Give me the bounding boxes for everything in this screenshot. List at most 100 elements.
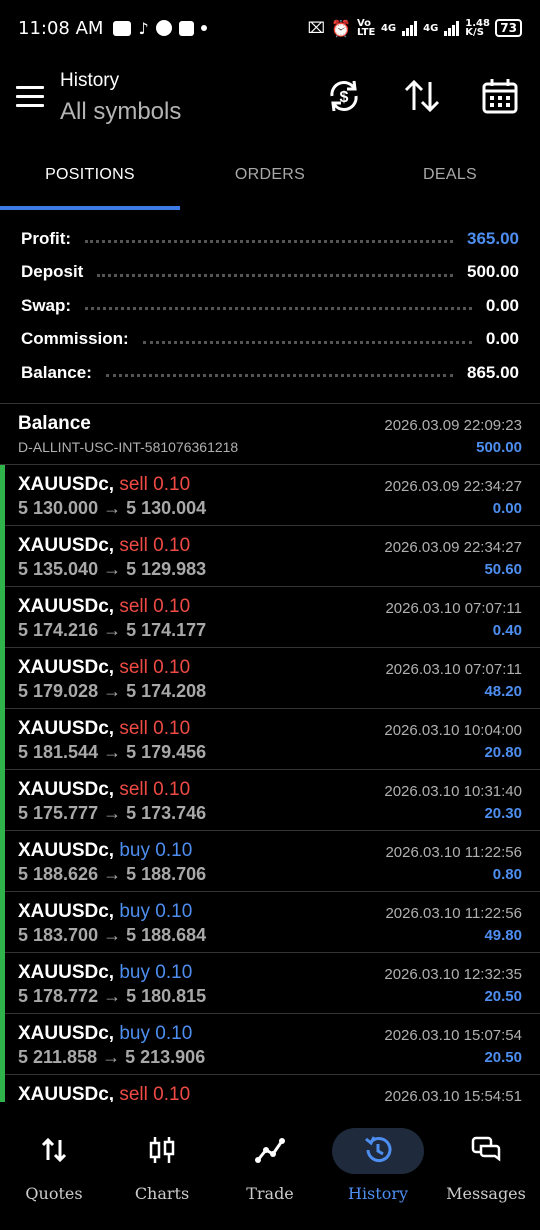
deal-lot: 0.10 bbox=[153, 657, 191, 678]
deal-symbol: XAUUSDc, bbox=[18, 1084, 115, 1102]
charts-icon bbox=[149, 1137, 175, 1163]
currency-exchange-icon[interactable]: $ bbox=[324, 76, 364, 116]
deal-price-arrow: → bbox=[103, 498, 122, 518]
deal-price-arrow: → bbox=[103, 925, 122, 945]
position-indicator-bar bbox=[0, 526, 5, 587]
deal-profit: 48.20 bbox=[484, 683, 522, 700]
position-indicator-bar bbox=[0, 1014, 5, 1075]
summary-panel: Profit: 365.00 Deposit 500.00 Swap: 0.00… bbox=[0, 222, 540, 390]
menu-icon[interactable] bbox=[16, 86, 44, 108]
deal-date: 2026.03.10 10:31:40 bbox=[384, 783, 522, 800]
summary-row-profit: Profit: 365.00 bbox=[0, 222, 540, 256]
deal-row[interactable]: XAUUSDc, buy 0.10 5 188.626 → 5 188.706 20… bbox=[0, 831, 540, 892]
position-indicator-bar bbox=[0, 953, 5, 1014]
deal-symbol-line: XAUUSDc, sell 0.10 bbox=[18, 474, 190, 496]
deal-date: 2026.03.10 07:07:11 bbox=[385, 600, 522, 617]
deal-profit: 0.80 bbox=[492, 866, 522, 883]
calendar-icon[interactable] bbox=[480, 76, 520, 116]
deal-date: 2026.03.10 11:22:56 bbox=[385, 844, 522, 861]
deal-price-open: 5 175.777 bbox=[18, 803, 99, 823]
deal-side: sell bbox=[119, 474, 148, 495]
deal-row[interactable]: XAUUSDc, sell 0.10 5 130.000 → 5 130.004 2… bbox=[0, 465, 540, 526]
exness-icon bbox=[155, 20, 172, 36]
deal-row[interactable]: XAUUSDc, buy 0.10 5 178.772 → 5 180.815 20… bbox=[0, 953, 540, 1014]
deal-side: buy bbox=[119, 1023, 150, 1044]
status-bar: 11:08 AM ♪ ⌧ ⏰ Vo LTE 4G 4G 1.48 K/S 73 bbox=[0, 0, 540, 56]
deal-date: 2026.03.10 07:07:11 bbox=[385, 661, 522, 678]
deal-price-arrow: → bbox=[103, 864, 122, 884]
nav-history[interactable]: History bbox=[324, 1110, 432, 1230]
deal-row[interactable]: XAUUSDc, sell 0.10 5 179.028 → 5 174.208 2… bbox=[0, 648, 540, 709]
summary-value: 500.00 bbox=[467, 262, 519, 282]
deal-side: buy bbox=[119, 840, 150, 861]
deal-symbol: XAUUSDc, bbox=[18, 840, 115, 861]
deal-price-arrow: → bbox=[103, 681, 122, 701]
volte-label: Vo LTE bbox=[356, 18, 376, 38]
deal-row[interactable]: XAUUSDc, sell 0.10 5 135.040 → 5 129.983 2… bbox=[0, 526, 540, 587]
network-4g-label-2: 4G bbox=[423, 22, 439, 34]
tab-positions[interactable]: POSITIONS bbox=[0, 146, 180, 210]
alarm-icon: ⏰ bbox=[331, 18, 351, 38]
summary-value: 0.00 bbox=[485, 329, 519, 349]
history-icon bbox=[365, 1136, 392, 1163]
deal-price-close: 5 173.746 bbox=[126, 803, 207, 823]
deal-list[interactable]: Balance D-ALLINT-USC-INT-581076361218 20… bbox=[0, 404, 540, 1102]
sort-icon[interactable] bbox=[402, 76, 442, 116]
nav-quotes[interactable]: Quotes bbox=[0, 1110, 108, 1230]
symbol-filter[interactable]: All symbols bbox=[60, 98, 181, 126]
deal-side: buy bbox=[119, 901, 150, 922]
deal-profit: 20.80 bbox=[484, 744, 522, 761]
nav-charts[interactable]: Charts bbox=[108, 1110, 216, 1230]
deal-symbol: XAUUSDc, bbox=[18, 901, 115, 922]
deal-lot: 0.10 bbox=[153, 596, 191, 617]
deal-row[interactable]: XAUUSDc, sell 0.10 5 181.544 → 5 179.456 2… bbox=[0, 709, 540, 770]
account-id: D-ALLINT-USC-INT-581076361218 bbox=[18, 439, 239, 455]
nav-messages[interactable]: Messages bbox=[432, 1110, 540, 1230]
signal-2-icon bbox=[444, 20, 460, 36]
balance-title: Balance bbox=[18, 413, 91, 434]
deal-lot: 0.10 bbox=[155, 901, 193, 922]
summary-value: 865.00 bbox=[467, 362, 519, 382]
deal-price-arrow: → bbox=[103, 742, 122, 762]
nav-trade[interactable]: Trade bbox=[216, 1110, 324, 1230]
nav-label: Quotes bbox=[25, 1184, 83, 1203]
deal-side: sell bbox=[119, 718, 148, 739]
deal-symbol-line: XAUUSDc, buy 0.10 bbox=[18, 901, 192, 923]
system-icons: ⌧ ⏰ Vo LTE 4G 4G 1.48 K/S 73 bbox=[308, 19, 522, 38]
position-indicator-bar bbox=[0, 831, 5, 892]
deal-row[interactable]: XAUUSDc, sell 0.10 5 174.216 → 5 174.177 2… bbox=[0, 587, 540, 648]
deal-price-arrow: → bbox=[103, 986, 122, 1006]
deal-prices: 5 178.772 → 5 180.815 bbox=[18, 986, 206, 1007]
network-4g-label: 4G bbox=[380, 22, 397, 34]
deal-date: 2026.03.10 11:22:56 bbox=[385, 905, 522, 922]
deal-price-close: 5 213.906 bbox=[125, 1047, 206, 1067]
notification-square-icon bbox=[178, 20, 194, 36]
deal-price-close: 5 174.177 bbox=[126, 620, 207, 640]
battery-indicator: 73 bbox=[495, 19, 522, 37]
deal-price-close: 5 188.684 bbox=[126, 925, 207, 945]
deal-profit: 20.30 bbox=[484, 805, 522, 822]
deal-row[interactable]: XAUUSDc, buy 0.10 5 183.700 → 5 188.684 20… bbox=[0, 892, 540, 953]
deal-symbol-line: XAUUSDc, buy 0.10 bbox=[18, 1023, 192, 1045]
summary-row-balance: Balance: 865.00 bbox=[0, 356, 540, 390]
deal-row[interactable]: XAUUSDc, sell 0.10 5 175.777 → 5 173.746 2… bbox=[0, 770, 540, 831]
deal-symbol: XAUUSDc, bbox=[18, 1023, 115, 1044]
deal-row[interactable]: XAUUSDc, sell 0.10 2026.03.10 15:54:51 bbox=[0, 1075, 540, 1102]
status-time: 11:08 AM bbox=[18, 17, 104, 39]
deal-symbol: XAUUSDc, bbox=[18, 962, 115, 983]
deal-price-close: 5 180.815 bbox=[126, 986, 207, 1006]
tab-orders[interactable]: ORDERS bbox=[180, 146, 360, 210]
deal-row[interactable]: XAUUSDc, buy 0.10 5 211.858 → 5 213.906 20… bbox=[0, 1014, 540, 1075]
deal-prices: 5 179.028 → 5 174.208 bbox=[18, 681, 206, 702]
deal-profit: 0.40 bbox=[492, 622, 522, 639]
tab-deals[interactable]: DEALS bbox=[360, 146, 540, 210]
deal-price-close: 5 174.208 bbox=[126, 681, 207, 701]
deal-date: 2026.03.10 15:07:54 bbox=[384, 1027, 522, 1044]
dotted-leader bbox=[85, 307, 472, 311]
deal-profit: 500.00 bbox=[476, 439, 522, 456]
signal-1-icon bbox=[402, 20, 418, 36]
position-indicator-bar bbox=[0, 587, 5, 648]
summary-label: Commission: bbox=[21, 329, 129, 349]
balance-row[interactable]: Balance D-ALLINT-USC-INT-581076361218 20… bbox=[0, 404, 540, 465]
tab-bar: POSITIONS ORDERS DEALS bbox=[0, 146, 540, 210]
